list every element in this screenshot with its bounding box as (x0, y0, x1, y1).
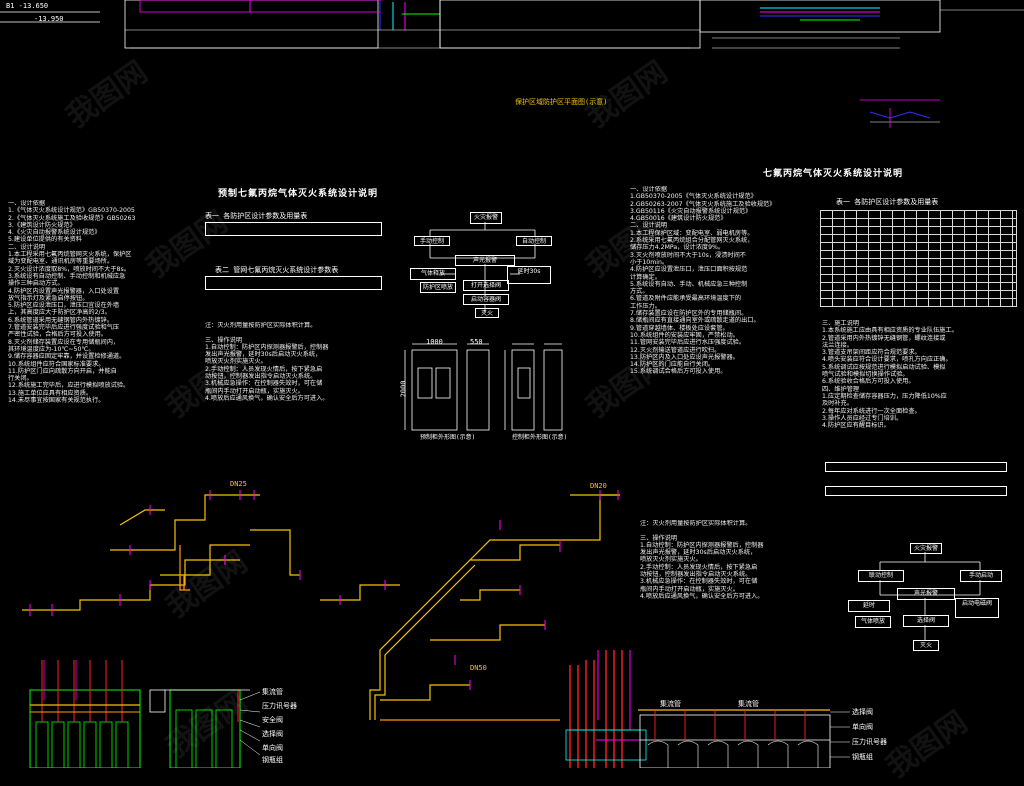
table2-title: 表二 管网七氟丙烷灭火系统设计参数表 (215, 266, 339, 274)
pipe-network-center (369, 490, 620, 721)
elevation-label-1: B1 -13.650 (6, 2, 49, 10)
label-manifold-right: 集流管 (738, 700, 759, 708)
cabinet-dim-width: 1000 (426, 338, 443, 346)
label-header: 集流管 (660, 700, 681, 708)
valve-detail (860, 99, 940, 128)
top-floor-plan (0, 0, 1024, 49)
right-flow-node: 灭火 (913, 640, 939, 651)
right-flow-node: 手动启动 (960, 570, 1002, 582)
right-flow-node: 联动控制 (858, 570, 904, 582)
flow-node: 延时30s (507, 266, 551, 284)
right-small-table-1 (825, 462, 1007, 472)
flow-node: 自动控制 (516, 236, 552, 246)
right-title: 七氟丙烷气体灭火系统设计说明 (763, 169, 904, 179)
label-check-valve: 单向阀 (262, 744, 283, 752)
flow-node: 气体释放 (410, 268, 456, 280)
right-notes-3: 注：灭火剂用量按防护区实际体积计算。 三、操作说明 1.自动控制：防护区内探测器… (640, 520, 764, 600)
right-notes-2: 三、施工说明 1.本系统施工应由具有相应资质的专业队伍施工。 2.管道采用内外热… (822, 320, 958, 430)
label-safety-valve: 安全阀 (262, 716, 283, 724)
cabinet-drawings (404, 343, 563, 431)
right-small-table-2 (825, 486, 1007, 496)
flow-node: 防护区喷放 (420, 282, 456, 293)
label-selector-right: 选择阀 (852, 708, 873, 716)
right-flow-node: 气体喷放 (855, 616, 891, 628)
cabinet-dim-depth: 550 (470, 338, 483, 346)
right-flow-node: 延时 (848, 600, 890, 612)
cabinet-caption-left: 预制柜外形图(示意) (420, 434, 476, 441)
right-flow-node: 选择阀 (903, 615, 949, 627)
right-param-table (820, 210, 1017, 307)
pipe-label-main: DN50 (470, 664, 487, 672)
label-collector: 集流管 (262, 688, 283, 696)
flow-node: 声光报警 (455, 255, 515, 266)
flow-node: 手动控制 (414, 236, 450, 246)
pipe-label-branch: DN25 (230, 480, 247, 488)
flow-node: 启动容器阀 (463, 294, 509, 305)
flow-node: 灭火 (475, 308, 499, 318)
right-flow-node: 火灾报警 (910, 543, 942, 554)
right-table-title: 表一 各防护区设计参数及用量表 (836, 198, 939, 206)
label-pressure-switch: 压力讯号器 (262, 702, 297, 710)
label-selector-valve: 选择阀 (262, 730, 283, 738)
flow-node: 火灾报警 (470, 212, 502, 224)
label-check-right: 单向阀 (852, 723, 873, 731)
cabinet-caption-right: 控制柜外形图(示意) (512, 434, 568, 441)
right-flow-node: 声光报警 (897, 588, 955, 600)
label-cylinder: 钢瓶组 (262, 756, 283, 764)
right-flow-node: 启动电磁阀 (955, 598, 999, 618)
elevation-label-2: -13.950 (34, 15, 64, 23)
pipe-label-nozzle: DN20 (590, 482, 607, 490)
flow-node: 打开选择阀 (463, 280, 509, 291)
cabinet-dim-height: 2000 (399, 380, 408, 398)
table2 (205, 276, 382, 290)
label-cylinder-right: 钢瓶组 (852, 753, 873, 761)
main-title: 预制七氟丙烷气体灭火系统设计说明 (218, 189, 379, 199)
